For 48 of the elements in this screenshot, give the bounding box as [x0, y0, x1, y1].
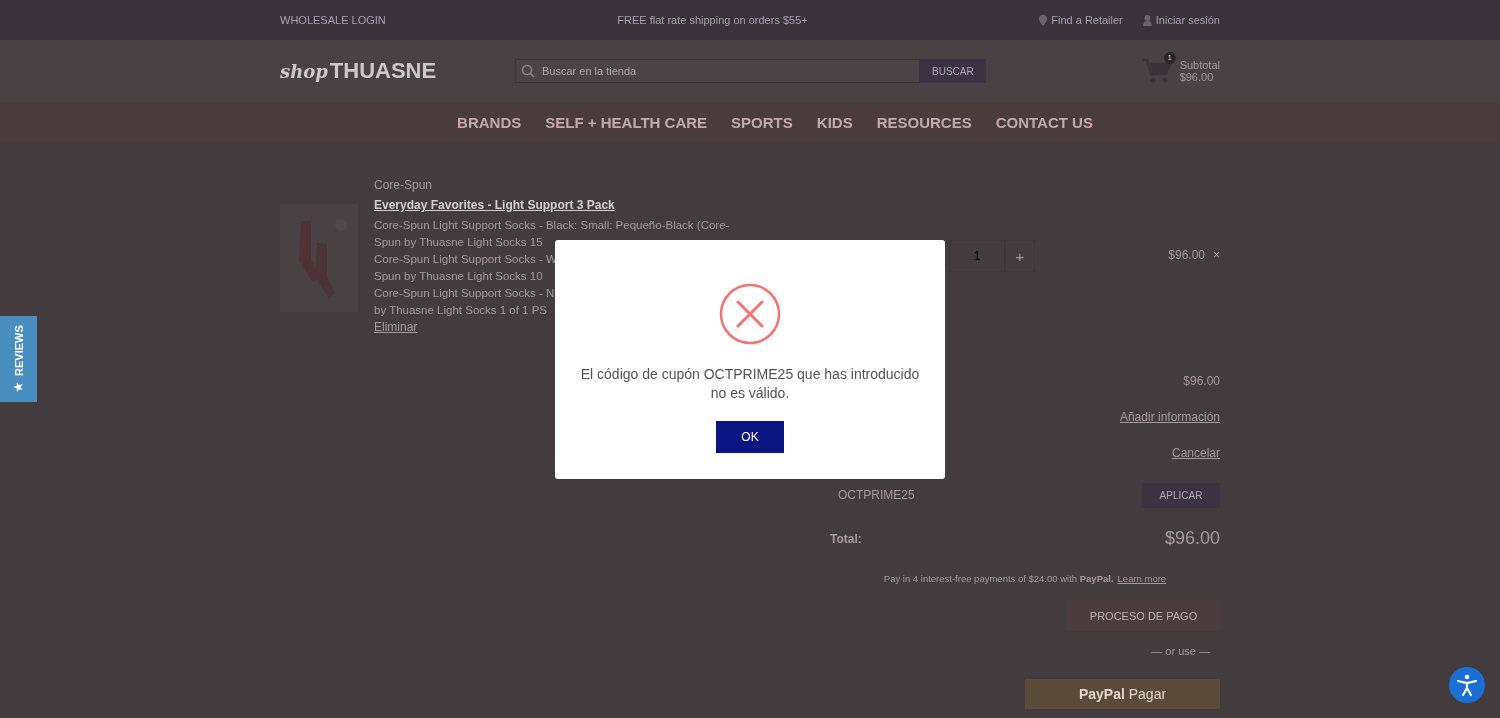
increase-button[interactable]: +	[1005, 240, 1035, 272]
total-label: Total:	[830, 531, 862, 546]
nav-link[interactable]: SPORTS	[731, 113, 793, 131]
cancel-link[interactable]: Cancelar	[1171, 446, 1220, 460]
nav-link[interactable]: CONTACT US	[995, 113, 1093, 131]
error-message: El código de cupón OCTPRIME25 que has introducido no es válido.	[579, 365, 921, 403]
promo-text: FREE flat rate shipping on orders $55+	[617, 14, 808, 26]
nav-link[interactable]: KIDS	[816, 113, 853, 131]
cart-icon[interactable]	[1141, 58, 1172, 84]
accessibility-button[interactable]	[1449, 667, 1485, 703]
delete-button[interactable]: ×	[1213, 248, 1220, 262]
top-link[interactable]: Find a Retailer	[1039, 14, 1123, 26]
product-description-line: Core-Spun Light Support Socks - Black: Small: Pequeño-Black (Core-	[374, 218, 730, 233]
search-field[interactable]: Buscar en la tienda	[515, 59, 920, 83]
product-brand: Core-Spun	[374, 178, 434, 192]
nav-link[interactable]: SELF + HEALTH CARE	[545, 113, 708, 131]
reviews-tab[interactable]: ★ REVIEWS	[0, 316, 37, 402]
nav-link[interactable]: BRANDS	[457, 113, 522, 131]
subtotal-value: $96.00	[1183, 374, 1220, 388]
coupon-field[interactable]: OCTPRIME25	[830, 488, 915, 502]
checkout-button[interactable]: PROCESO DE PAGO	[1067, 600, 1220, 631]
cart-summary-text: $96.00	[1179, 71, 1215, 83]
product-description-line: Spun by Thuasne Light Socks 10	[374, 269, 543, 284]
product-description-line: Spun by Thuasne Light Socks 15	[374, 235, 543, 250]
add-info-link[interactable]: Añadir información	[1119, 410, 1220, 424]
accessibility-icon	[1455, 673, 1479, 697]
item-price: $96.00	[1168, 248, 1205, 262]
nav-link[interactable]: RESOURCES	[876, 113, 972, 131]
paypal-button[interactable]: PayPal Pagar	[1025, 679, 1220, 709]
ok-button[interactable]: OK	[716, 421, 784, 453]
paypal-note: Pay in 4 interest-free payments of $24.00 with PayPal.	[883, 573, 1114, 584]
total-value: $96.00	[1164, 528, 1220, 549]
search-button[interactable]: BUSCAR	[920, 59, 986, 83]
product-thumbnail[interactable]	[280, 204, 358, 312]
top-link[interactable]: Iniciar sesión	[1142, 14, 1220, 26]
cart-count-badge: 1	[1163, 52, 1176, 64]
error-icon	[719, 283, 781, 345]
product-description-line: by Thuasne Light Socks 1 of 1 PS	[374, 303, 548, 318]
user-icon	[1142, 14, 1152, 26]
product-description-line: Core-Spun Light Support Socks - N	[374, 286, 555, 301]
apply-button[interactable]: APLICAR	[1142, 482, 1220, 508]
product-name-link[interactable]: Everyday Favorites - Light Support 3 Pack	[374, 198, 724, 212]
logo[interactable]: shopTHUASNE	[280, 58, 515, 84]
learn-more-link[interactable]: Learn more	[1117, 573, 1167, 584]
wholesale-link[interactable]: WHOLESALE LOGIN	[280, 14, 386, 26]
cart-summary-text: Subtotal	[1179, 59, 1220, 71]
or-divider-text: — or use —	[1151, 645, 1210, 657]
pin-icon	[1039, 14, 1048, 26]
